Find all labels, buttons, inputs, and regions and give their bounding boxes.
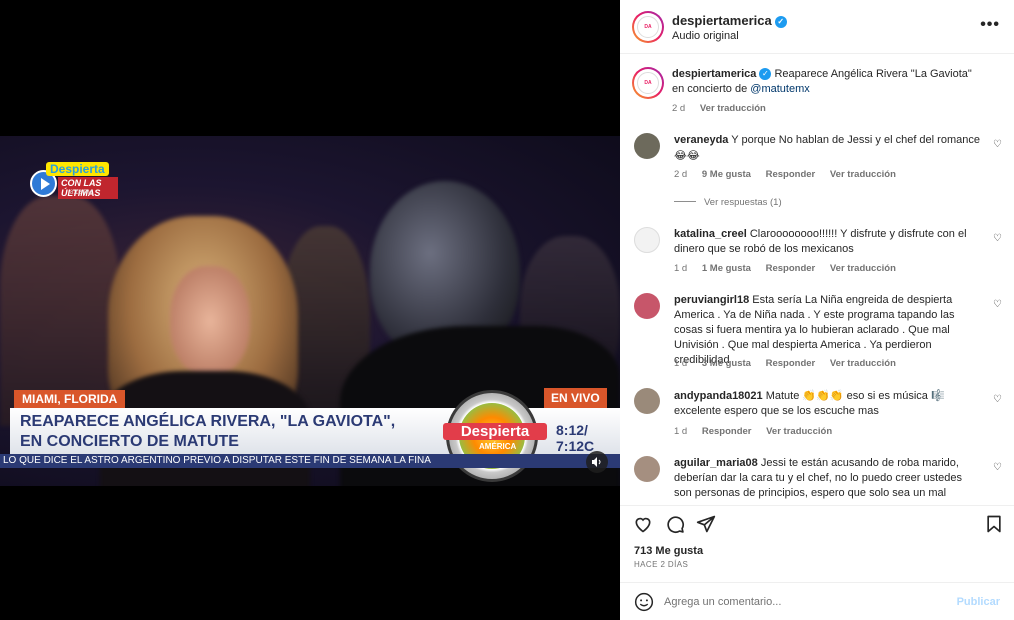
live-tag: EN VIVO (544, 388, 607, 408)
media-viewer: Despierta CON LAS ÚLTIMAS 8:16 PM MIAMI,… (0, 0, 620, 620)
comment-time: 2 d (674, 169, 688, 180)
comment-meta: 1 d 3 Me gusta Responder Ver traducción (674, 358, 908, 369)
post-date: HACE 2 DÍAS (634, 560, 689, 569)
comment-time: 1 d (674, 263, 688, 274)
translate-link[interactable]: Ver traducción (830, 169, 896, 180)
caption-time: 2 d (672, 103, 686, 114)
like-heart-icon[interactable]: ♡ (993, 299, 1002, 310)
reply-button[interactable]: Responder (766, 358, 816, 369)
bookmark-icon[interactable] (984, 514, 1004, 534)
channel-logo: Despierta CON LAS ÚLTIMAS 8:16 PM (30, 162, 120, 199)
broadcast-clock: 8:12/ 7:12C (556, 422, 594, 454)
comments-list[interactable]: DA despiertamerica ✓ Reaparece Angélica R… (620, 55, 1014, 499)
comment-username[interactable]: katalina_creel (674, 228, 747, 240)
translate-link[interactable]: Ver traducción (830, 358, 896, 369)
translate-link[interactable]: Ver traducción (830, 263, 896, 274)
comment-text: veraneyda Y porque No hablan de Jessi y … (674, 133, 980, 164)
comment-body: Matute (765, 390, 800, 402)
comment-input[interactable] (664, 591, 944, 613)
comment-text: andypanda18021 Matute 👏👏👏 eso si es músi… (674, 388, 980, 419)
verified-icon: ✓ (774, 16, 787, 28)
view-replies-label[interactable]: Ver respuestas (1) (704, 197, 782, 208)
reply-button[interactable]: Responder (702, 426, 752, 437)
comment-username[interactable]: andypanda18021 (674, 390, 763, 402)
comment-time: 1 d (674, 426, 688, 437)
comment-composer: Publicar (620, 582, 1014, 620)
replies-dash (674, 201, 696, 202)
post-header: DA despiertamerica ✓ Audio original ••• (620, 0, 1014, 54)
avatar-logo: DA (637, 72, 659, 94)
channel-brand: Despierta (46, 162, 109, 176)
reply-button[interactable]: Responder (766, 263, 816, 274)
comment-emoji: 🎼 (930, 389, 945, 402)
more-options-button[interactable]: ••• (980, 16, 1000, 34)
comment-meta: 1 d Responder Ver traducción (674, 426, 844, 437)
show-logo: Despierta AMÉRICA (443, 390, 547, 482)
reply-button[interactable]: Responder (766, 169, 816, 180)
share-icon[interactable] (696, 514, 716, 534)
comment-time: 1 d (674, 358, 688, 369)
mute-button[interactable] (586, 451, 608, 473)
caption-username[interactable]: despiertamerica (672, 68, 756, 80)
comment-username[interactable]: veraneyda (674, 134, 728, 146)
like-heart-icon[interactable] (633, 514, 653, 534)
news-ticker: LO QUE DICE EL ASTRO ARGENTINO PREVIO A … (0, 454, 620, 468)
woman-face (170, 266, 250, 376)
avatar[interactable]: DA (632, 11, 664, 43)
headline-line-2: EN CONCIERTO DE MATUTE (20, 433, 239, 450)
headline-line-1: REAPARECE ANGÉLICA RIVERA, "LA GAVIOTA", (20, 413, 396, 430)
publish-button[interactable]: Publicar (957, 596, 1000, 608)
like-heart-icon[interactable]: ♡ (993, 233, 1002, 244)
headline-bar: REAPARECE ANGÉLICA RIVERA, "LA GAVIOTA",… (10, 408, 440, 454)
audio-label[interactable]: Audio original (672, 30, 739, 42)
comment-body: Y porque No hablan de Jessi y el chef de… (731, 134, 980, 146)
caption-text: despiertamerica ✓ Reaparece Angélica Rive… (672, 67, 978, 97)
comment-likes[interactable]: 3 Me gusta (702, 358, 751, 369)
channel-tiny: 8:16 PM (70, 190, 93, 196)
clock-time-2: 7:12C (556, 438, 595, 454)
like-heart-icon[interactable]: ♡ (993, 394, 1002, 405)
translate-link[interactable]: Ver traducción (766, 426, 832, 437)
avatar[interactable] (634, 293, 660, 319)
comment-body: excelente espero que se los escuche mas (674, 405, 879, 417)
comment-likes[interactable]: 1 Me gusta (702, 263, 751, 274)
comment-meta: 2 d 9 Me gusta Responder Ver traducción (674, 169, 908, 180)
comment-emoji: 👏👏👏 (802, 389, 844, 402)
comment-emoji: 😂😂 (674, 149, 700, 162)
comment-username[interactable]: peruviangirl18 (674, 294, 749, 306)
avatar[interactable] (634, 456, 660, 482)
location-tag: MIAMI, FLORIDA (14, 390, 126, 408)
comment-text: peruviangirl18 Esta sería La Niña engrei… (674, 293, 980, 368)
speaker-icon (592, 457, 601, 467)
avatar[interactable] (634, 227, 660, 253)
show-logo-sub: AMÉRICA (479, 442, 517, 451)
comment-meta: 1 d 1 Me gusta Responder Ver traducción (674, 263, 908, 274)
comment-body: eso si es música (846, 390, 928, 402)
avatar[interactable] (634, 133, 660, 159)
video-player[interactable]: Despierta CON LAS ÚLTIMAS 8:16 PM MIAMI,… (0, 136, 620, 486)
post-author[interactable]: despiertamerica ✓ (672, 13, 787, 28)
verified-icon: ✓ (759, 68, 772, 80)
avatar[interactable] (634, 388, 660, 414)
post-panel: DA despiertamerica ✓ Audio original ••• D… (620, 0, 1014, 620)
caption-meta: 2 d Ver traducción (672, 103, 778, 114)
comment-text: katalina_creel Claroooooooo!!!!!! Y disf… (674, 227, 980, 257)
comment-username[interactable]: aguilar_maria08 (674, 457, 758, 469)
mention-link[interactable]: @matutemx (750, 83, 809, 95)
comment-icon[interactable] (665, 514, 685, 534)
author-username[interactable]: despiertamerica (672, 13, 772, 28)
view-replies-button[interactable]: Ver respuestas (1) (674, 197, 782, 208)
like-heart-icon[interactable]: ♡ (993, 462, 1002, 473)
comment-text: aguilar_maria08 Jessi te están acusando … (674, 456, 980, 499)
avatar-logo: DA (637, 16, 659, 38)
likes-count[interactable]: 713 Me gusta (634, 545, 703, 557)
clock-time-1: 8:12/ (556, 422, 588, 438)
avatar[interactable]: DA (632, 67, 664, 99)
comment-likes[interactable]: 9 Me gusta (702, 169, 751, 180)
show-logo-text: Despierta (443, 423, 547, 440)
emoji-icon[interactable] (634, 592, 654, 612)
like-heart-icon[interactable]: ♡ (993, 139, 1002, 150)
translate-link[interactable]: Ver traducción (700, 103, 766, 114)
